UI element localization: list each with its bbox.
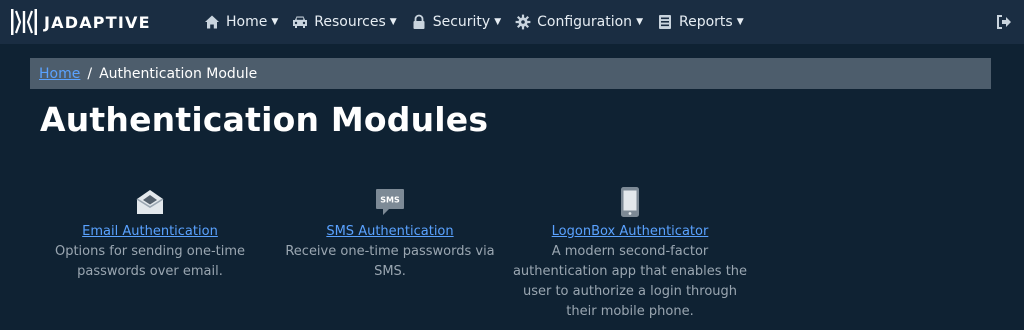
logonbox-authenticator-desc-line-1: A modern second-factor [551, 244, 709, 259]
chevron-down-icon: ▼ [389, 17, 397, 27]
logonbox-authenticator-desc-line-3: user to authorize a login through [522, 284, 738, 299]
nav-reports-label: Reports [678, 14, 733, 30]
report-icon [658, 15, 671, 29]
nav-reports[interactable]: Reports ▼ [657, 0, 744, 44]
jadaptive-logo-icon [11, 9, 37, 35]
email-authentication-desc-line-2: passwords over email. [77, 264, 223, 279]
page-title: Authentication Modules [40, 100, 489, 139]
gear-icon [515, 14, 531, 30]
car-icon [293, 16, 308, 28]
breadcrumb-separator: / [87, 65, 93, 82]
sms-authentication-desc-line-2: SMS. [374, 264, 406, 279]
main-nav: Home ▼ Resources ▼ Security ▼ Configurat… [204, 0, 758, 44]
breadcrumb: Home / Authentication Module [30, 58, 991, 89]
chevron-down-icon: ▼ [271, 17, 279, 27]
breadcrumb-home-link[interactable]: Home [39, 66, 80, 82]
sms-authentication-desc-line-1: Receive one-time passwords via [285, 244, 495, 259]
lock-icon [413, 14, 425, 29]
chevron-down-icon: ▼ [494, 17, 502, 27]
nav-configuration-label: Configuration [537, 14, 633, 30]
sign-out-icon[interactable] [996, 14, 1012, 30]
svg-text:SMS: SMS [380, 196, 400, 205]
nav-configuration[interactable]: Configuration ▼ [515, 0, 643, 44]
top-navbar: JADAPTIVE Home ▼ Resources ▼ Security ▼ … [0, 0, 1024, 44]
module-card-email: Email Authentication Options for sending… [50, 186, 250, 282]
logonbox-authenticator-link[interactable]: LogonBox Authenticator [510, 222, 750, 242]
sms-authentication-link[interactable]: SMS Authentication [280, 222, 500, 242]
nav-resources[interactable]: Resources ▼ [292, 0, 397, 44]
nav-home-label: Home [226, 14, 268, 30]
envelope-open-icon [136, 190, 164, 214]
module-card-logonbox: LogonBox Authenticator A modern second-f… [510, 186, 750, 322]
email-authentication-desc-line-1: Options for sending one-time [54, 244, 246, 259]
brand[interactable]: JADAPTIVE [10, 7, 151, 37]
logonbox-authenticator-desc-line-2: authentication app that enables the [512, 264, 748, 279]
nav-home[interactable]: Home ▼ [204, 0, 278, 44]
nav-security-label: Security [432, 14, 491, 30]
logonbox-authenticator-desc-line-4: their mobile phone. [566, 304, 694, 319]
nav-resources-label: Resources [314, 14, 386, 30]
module-card-sms: SMS SMS Authentication Receive one-time … [280, 186, 500, 282]
nav-security[interactable]: Security ▼ [411, 0, 501, 44]
mobile-phone-icon [621, 187, 639, 217]
breadcrumb-current: Authentication Module [99, 65, 258, 82]
chevron-down-icon: ▼ [636, 17, 643, 27]
home-icon [205, 15, 219, 29]
sms-icon: SMS [376, 189, 404, 215]
email-authentication-link[interactable]: Email Authentication [50, 222, 250, 242]
brand-name: JADAPTIVE [44, 12, 151, 32]
chevron-down-icon: ▼ [736, 17, 744, 27]
